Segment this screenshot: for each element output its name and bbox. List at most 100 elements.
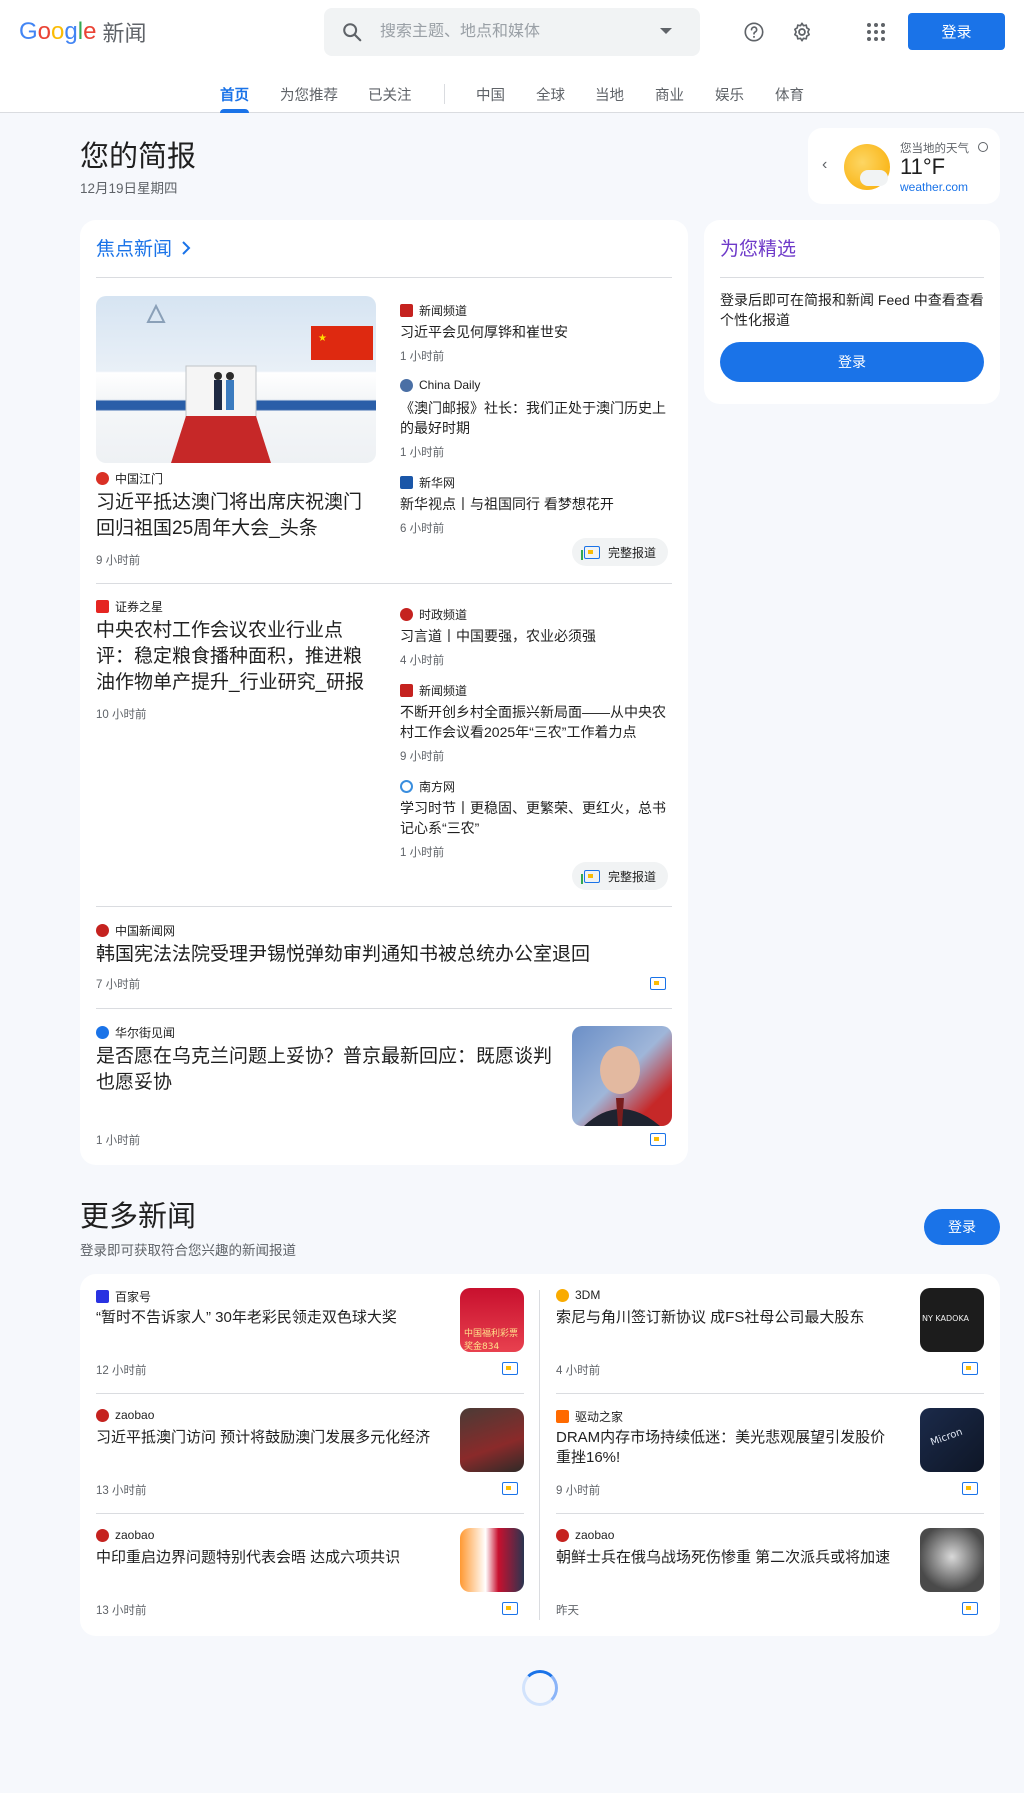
full-coverage-button[interactable]: 完整报道 xyxy=(572,862,669,890)
search-icon[interactable] xyxy=(324,8,380,56)
story-time: 9 小时前 xyxy=(96,555,141,567)
full-coverage-icon xyxy=(581,869,600,884)
story-source[interactable]: 中国江门 xyxy=(96,470,163,487)
top-stories-heading[interactable]: 焦点新闻 xyxy=(96,234,192,261)
story-source[interactable]: 中国新闻网 xyxy=(96,922,175,939)
section-tabs: 首页 为您推荐 已关注 中国 全球 当地 商业 娱乐 体育 xyxy=(0,70,1024,113)
source-name: 南方网 xyxy=(419,780,456,794)
chevron-down-icon[interactable] xyxy=(660,28,672,34)
search-box[interactable] xyxy=(324,8,700,56)
divider xyxy=(96,1513,524,1514)
story-headline[interactable]: 习近平抵澳门访问 预计将鼓励澳门发展多元化经济 xyxy=(96,1428,436,1448)
story-image-plane[interactable]: ★ xyxy=(96,296,376,463)
story-source[interactable]: 新闻频道 xyxy=(400,302,467,319)
weather-temperature: 11°F xyxy=(900,154,946,179)
story-headline[interactable]: 索尼与角川签订新协议 成FS社母公司最大股东 xyxy=(556,1308,896,1328)
full-coverage-icon[interactable] xyxy=(502,1602,518,1615)
cloud-icon xyxy=(860,170,888,186)
story-image-macau[interactable] xyxy=(460,1408,524,1472)
top-stories-card: 焦点新闻 ★ 中国江门 习近平抵达澳门将出席庆祝澳门回归祖国25周年大会_头条 … xyxy=(80,220,688,1165)
story-source[interactable]: 证券之星 xyxy=(96,598,163,615)
login-button[interactable]: 登录 xyxy=(908,13,1005,50)
story-source[interactable]: 时政频道 xyxy=(400,606,467,623)
tab-china[interactable]: 中国 xyxy=(476,84,505,105)
full-coverage-icon[interactable] xyxy=(502,1482,518,1495)
story-image-soldiers[interactable] xyxy=(920,1528,984,1592)
story-image-putin[interactable] xyxy=(572,1026,672,1126)
story-headline[interactable]: 《澳门邮报》社长：我们正处于澳门历史上的最好时期 xyxy=(400,398,672,438)
full-coverage-button[interactable]: 完整报道 xyxy=(572,538,669,566)
for-you-title[interactable]: 为您精选 xyxy=(720,234,796,261)
tab-world[interactable]: 全球 xyxy=(536,84,565,105)
story-source[interactable]: zaobao xyxy=(556,1528,614,1542)
full-coverage-label: 完整报道 xyxy=(608,869,657,884)
for-you-text: 登录后即可在简报和新闻 Feed 中查看查看个性化报道 xyxy=(720,292,984,328)
story-headline[interactable]: 习近平会见何厚铧和崔世安 xyxy=(400,322,672,342)
source-name: 华尔街见闻 xyxy=(115,1026,176,1040)
story-headline[interactable]: 韩国宪法法院受理尹锡悦弹劾审判通知书被总统办公室退回 xyxy=(96,942,666,968)
divider xyxy=(96,583,672,584)
source-logo-icon xyxy=(96,1528,109,1542)
tab-business[interactable]: 商业 xyxy=(655,84,684,105)
story-source[interactable]: 3DM xyxy=(556,1288,600,1302)
help-icon[interactable] xyxy=(734,12,774,52)
google-news-logo[interactable]: Google 新闻 xyxy=(19,16,146,48)
story-time: 1 小时前 xyxy=(400,447,445,459)
weather-widget[interactable]: ‹ 您当地的天气 11°F weather.com xyxy=(808,128,1000,204)
story-image-sony-kadokawa[interactable]: NY KADOKA xyxy=(920,1288,984,1352)
story-source[interactable]: 新闻频道 xyxy=(400,682,467,699)
story-source[interactable]: zaobao xyxy=(96,1408,154,1422)
story-headline[interactable]: DRAM内存市场持续低迷：美光悲观展望引发股价重挫16%! xyxy=(556,1428,896,1468)
tab-following[interactable]: 已关注 xyxy=(368,84,412,105)
tab-entertainment[interactable]: 娱乐 xyxy=(715,84,744,105)
story-source[interactable]: 百家号 xyxy=(96,1288,151,1305)
more-news-login-button[interactable]: 登录 xyxy=(924,1209,1000,1245)
location-icon[interactable] xyxy=(978,142,988,152)
story-headline[interactable]: 不断开创乡村全面振兴新局面——从中央农村工作会议看2025年“三农”工作着力点 xyxy=(400,702,672,742)
story-source[interactable]: 南方网 xyxy=(400,778,455,795)
for-you-login-button[interactable]: 登录 xyxy=(720,342,984,382)
story-image-india-china[interactable] xyxy=(460,1528,524,1592)
tab-home[interactable]: 首页 xyxy=(220,84,249,105)
source-logo-icon xyxy=(400,780,413,793)
full-coverage-icon[interactable] xyxy=(502,1362,518,1375)
story-source[interactable]: 新华网 xyxy=(400,474,455,491)
story-headline[interactable]: 中央农村工作会议农业行业点评：稳定粮食播种面积，推进粮油作物单产提升_行业研究_… xyxy=(96,618,380,696)
tab-sports[interactable]: 体育 xyxy=(775,84,804,105)
image-caption: 中国福利彩票 奖金834 xyxy=(464,1329,519,1352)
weather-source-link[interactable]: weather.com xyxy=(900,180,968,194)
full-coverage-icon[interactable] xyxy=(650,1133,666,1146)
story-time: 9 小时前 xyxy=(400,751,445,763)
story-image-micron[interactable]: Micron xyxy=(920,1408,984,1472)
tab-local[interactable]: 当地 xyxy=(595,84,624,105)
divider xyxy=(96,906,672,907)
column-divider xyxy=(539,1290,540,1620)
story-headline[interactable]: 习言道丨中国要强，农业必须强 xyxy=(400,626,672,646)
full-coverage-icon[interactable] xyxy=(962,1482,978,1495)
story-image-lottery[interactable]: 中国福利彩票 奖金834 xyxy=(460,1288,524,1352)
source-name: 百家号 xyxy=(115,1290,152,1304)
gear-icon[interactable] xyxy=(782,12,822,52)
story-headline[interactable]: 学习时节丨更稳固、更繁荣、更红火，总书记心系“三农” xyxy=(400,798,672,838)
story-headline[interactable]: 是否愿在乌克兰问题上妥协？普京最新回应：既愿谈判也愿妥协 xyxy=(96,1044,566,1096)
story-source[interactable]: China Daily xyxy=(400,378,480,392)
tab-for-you[interactable]: 为您推荐 xyxy=(280,84,338,105)
story-headline[interactable]: 新华视点丨与祖国同行 看梦想花开 xyxy=(400,494,672,514)
full-coverage-icon[interactable] xyxy=(650,977,666,990)
divider xyxy=(96,1393,524,1394)
story-headline[interactable]: “暂时不告诉家人” 30年老彩民领走双色球大奖 xyxy=(96,1308,436,1328)
story-headline[interactable]: 习近平抵达澳门将出席庆祝澳门回归祖国25周年大会_头条 xyxy=(96,490,376,542)
search-input[interactable] xyxy=(380,23,650,41)
story-source[interactable]: 华尔街见闻 xyxy=(96,1024,175,1041)
full-coverage-icon[interactable] xyxy=(962,1602,978,1615)
apps-grid-icon[interactable] xyxy=(856,12,896,52)
chevron-left-icon[interactable]: ‹ xyxy=(822,156,827,174)
story-time: 1 小时前 xyxy=(400,351,445,363)
source-name: 证券之星 xyxy=(115,600,164,614)
story-headline[interactable]: 中印重启边界问题特别代表会晤 达成六项共识 xyxy=(96,1548,436,1568)
story-source[interactable]: 驱动之家 xyxy=(556,1408,623,1425)
story-headline[interactable]: 朝鲜士兵在俄乌战场死伤惨重 第二次派兵或将加速 xyxy=(556,1548,896,1568)
full-coverage-icon[interactable] xyxy=(962,1362,978,1375)
story-source[interactable]: zaobao xyxy=(96,1528,154,1542)
divider xyxy=(96,1008,672,1009)
